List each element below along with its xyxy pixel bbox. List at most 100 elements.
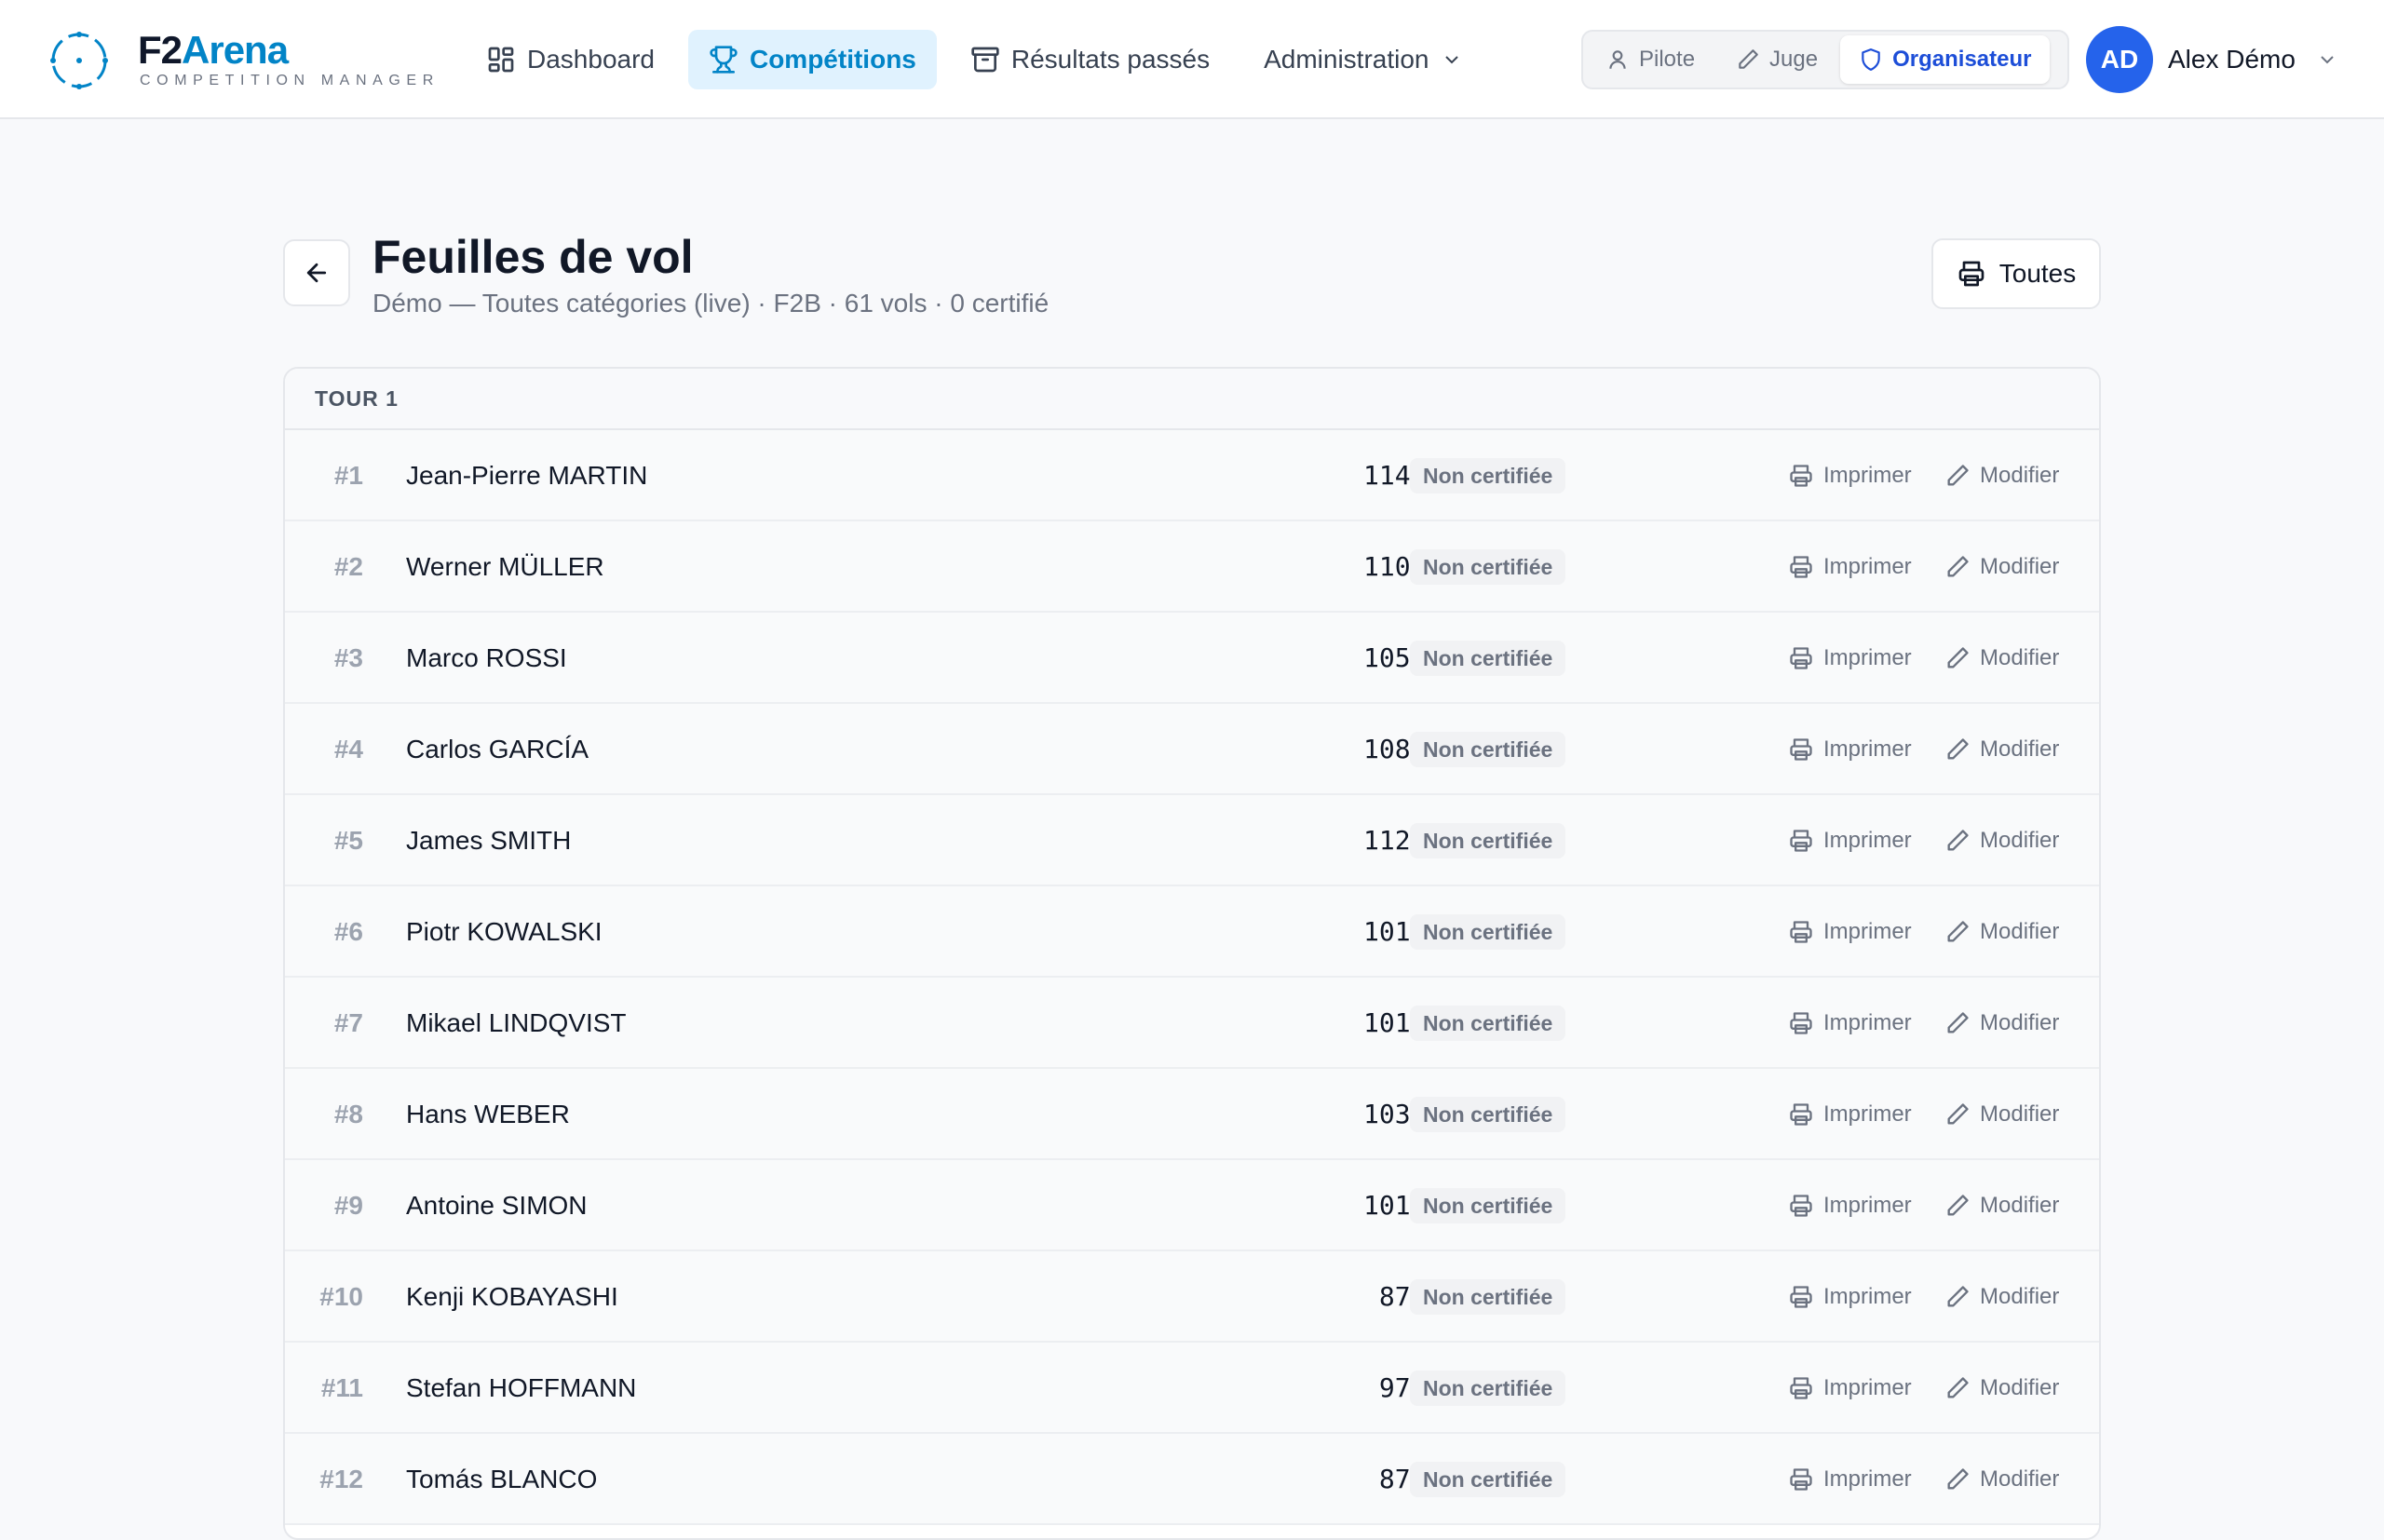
table-row[interactable]: #6 Piotr KOWALSKI 1016.70 Non certifiée …	[285, 886, 2099, 978]
top-navigation-bar: F2Arena COMPETITION MANAGER Dashboard Co…	[0, 0, 2384, 119]
rank-number: #8	[333, 1100, 363, 1128]
status-badge: Non certifiée	[1410, 1006, 1566, 1041]
print-button[interactable]: Imprimer	[1788, 1343, 1912, 1434]
edit-button[interactable]: Modifier	[1944, 1434, 2059, 1525]
pilot-name: Jean-Pierre MARTIN	[406, 461, 648, 490]
edit-button[interactable]: Modifier	[1944, 430, 2059, 521]
printer-icon	[1790, 830, 1812, 852]
role-switcher: Pilote Juge Organisateur	[1581, 30, 2069, 89]
rank-number: #1	[333, 461, 363, 490]
status-badge: Non certifiée	[1410, 1279, 1566, 1315]
printer-icon	[1790, 1286, 1812, 1308]
edit-label: Modifier	[1980, 736, 2060, 762]
printer-icon	[1790, 1195, 1812, 1217]
print-all-button[interactable]: Toutes	[1931, 238, 2101, 309]
page-title: Feuilles de vol	[372, 231, 694, 283]
table-row[interactable]: #10 Kenji KOBAYASHI 871.03 Non certifiée…	[285, 1251, 2099, 1343]
edit-button[interactable]: Modifier	[1944, 1160, 2059, 1251]
table-row[interactable]: #9 Antoine SIMON 1011.70 Non certifiée I…	[285, 1160, 2099, 1251]
edit-button[interactable]: Modifier	[1944, 1069, 2059, 1160]
print-label: Imprimer	[1823, 828, 1912, 853]
edit-label: Modifier	[1980, 828, 2060, 853]
nav-dashboard-label: Dashboard	[527, 45, 655, 74]
edit-button[interactable]: Modifier	[1944, 1343, 2059, 1434]
edit-button[interactable]: Modifier	[1944, 613, 2059, 704]
pencil-icon	[1947, 1012, 1969, 1033]
role-organizer-label: Organisateur	[1892, 47, 2032, 72]
print-label: Imprimer	[1823, 1284, 1912, 1309]
nav-past-results-label: Résultats passés	[1010, 45, 1211, 74]
pilot-name: Piotr KOWALSKI	[406, 917, 603, 946]
user-menu[interactable]: AD Alex Démo	[2086, 26, 2338, 93]
pilot-name: James SMITH	[406, 826, 572, 855]
print-button[interactable]: Imprimer	[1788, 886, 1912, 978]
nav-past-results[interactable]: Résultats passés	[950, 30, 1230, 89]
table-row[interactable]: #4 Carlos GARCÍA 1089.20 Non certifiée I…	[285, 704, 2099, 795]
print-label: Imprimer	[1823, 645, 1912, 670]
edit-label: Modifier	[1980, 554, 2060, 579]
edit-button[interactable]: Modifier	[1944, 978, 2059, 1069]
pilot-name: Marco ROSSI	[406, 643, 567, 672]
rank-number: #7	[333, 1008, 363, 1037]
pencil-icon	[1947, 921, 1969, 942]
print-button[interactable]: Imprimer	[1788, 978, 1912, 1069]
nav-dashboard[interactable]: Dashboard	[466, 30, 675, 89]
status-badge: Non certifiée	[1410, 549, 1566, 585]
table-row[interactable]: #5 James SMITH 1126.73 Non certifiée Imp…	[285, 795, 2099, 886]
print-label: Imprimer	[1823, 1193, 1912, 1218]
print-button[interactable]: Imprimer	[1788, 521, 1912, 613]
print-button[interactable]: Imprimer	[1788, 795, 1912, 886]
print-button[interactable]: Imprimer	[1788, 704, 1912, 795]
pilot-name: Carlos GARCÍA	[406, 735, 589, 763]
pencil-icon	[1947, 830, 1969, 851]
edit-button[interactable]: Modifier	[1944, 704, 2059, 795]
pencil-icon	[1947, 465, 1969, 486]
edit-button[interactable]: Modifier	[1944, 1251, 2059, 1343]
status-badge: Non certifiée	[1410, 1188, 1566, 1223]
edit-label: Modifier	[1980, 1193, 2060, 1218]
edit-button[interactable]: Modifier	[1944, 795, 2059, 886]
table-row[interactable]: #8 Hans WEBER 1037.50 Non certifiée Impr…	[285, 1069, 2099, 1160]
back-button[interactable]	[283, 239, 350, 306]
role-pilot[interactable]: Pilote	[1587, 35, 1714, 84]
table-row[interactable]: #12 Tomás BLANCO 879.27 Non certifiée Im…	[285, 1434, 2099, 1525]
edit-button[interactable]: Modifier	[1944, 521, 2059, 613]
edit-button[interactable]: Modifier	[1944, 886, 2059, 978]
table-row[interactable]: #1 Jean-Pierre MARTIN 1144.43 Non certif…	[285, 430, 2099, 521]
rank-number: #9	[333, 1191, 363, 1220]
edit-label: Modifier	[1980, 1466, 2060, 1492]
pencil-icon	[1947, 647, 1969, 669]
print-label: Imprimer	[1823, 1010, 1912, 1035]
edit-label: Modifier	[1980, 1284, 2060, 1309]
pilot-name: Hans WEBER	[406, 1100, 570, 1128]
nav-administration[interactable]: Administration	[1243, 30, 1483, 89]
print-button[interactable]: Imprimer	[1788, 1434, 1912, 1525]
table-row[interactable]: #7 Mikael LINDQVIST 1015.00 Non certifié…	[285, 978, 2099, 1069]
print-label: Imprimer	[1823, 554, 1912, 579]
pilot-name: Kenji KOBAYASHI	[406, 1282, 618, 1311]
role-organizer[interactable]: Organisateur	[1840, 35, 2051, 84]
avatar: AD	[2086, 26, 2153, 93]
print-button[interactable]: Imprimer	[1788, 1069, 1912, 1160]
rank-number: #5	[333, 826, 363, 855]
table-row[interactable]: #3 Marco ROSSI 1051.13 Non certifiée Imp…	[285, 613, 2099, 704]
nav-competitions[interactable]: Compétitions	[687, 30, 937, 89]
crosshair-logo-icon	[50, 32, 108, 89]
print-label: Imprimer	[1823, 919, 1912, 944]
print-button[interactable]: Imprimer	[1788, 613, 1912, 704]
print-button[interactable]: Imprimer	[1788, 1251, 1912, 1343]
app-logo[interactable]: F2Arena COMPETITION MANAGER	[48, 26, 440, 93]
table-row[interactable]: #2 Werner MÜLLER 1107.90 Non certifiée I…	[285, 521, 2099, 613]
status-badge: Non certifiée	[1410, 914, 1566, 950]
print-button[interactable]: Imprimer	[1788, 430, 1912, 521]
edit-label: Modifier	[1980, 645, 2060, 670]
shield-icon	[1862, 48, 1880, 71]
print-label: Imprimer	[1823, 1375, 1912, 1400]
pencil-icon	[1947, 556, 1969, 577]
archive-icon	[971, 47, 999, 73]
role-judge[interactable]: Juge	[1717, 35, 1836, 84]
print-button[interactable]: Imprimer	[1788, 1160, 1912, 1251]
table-row[interactable]: #11 Stefan HOFFMANN 972.60 Non certifiée…	[285, 1343, 2099, 1434]
edit-label: Modifier	[1980, 919, 2060, 944]
print-all-label: Toutes	[1998, 259, 2077, 288]
